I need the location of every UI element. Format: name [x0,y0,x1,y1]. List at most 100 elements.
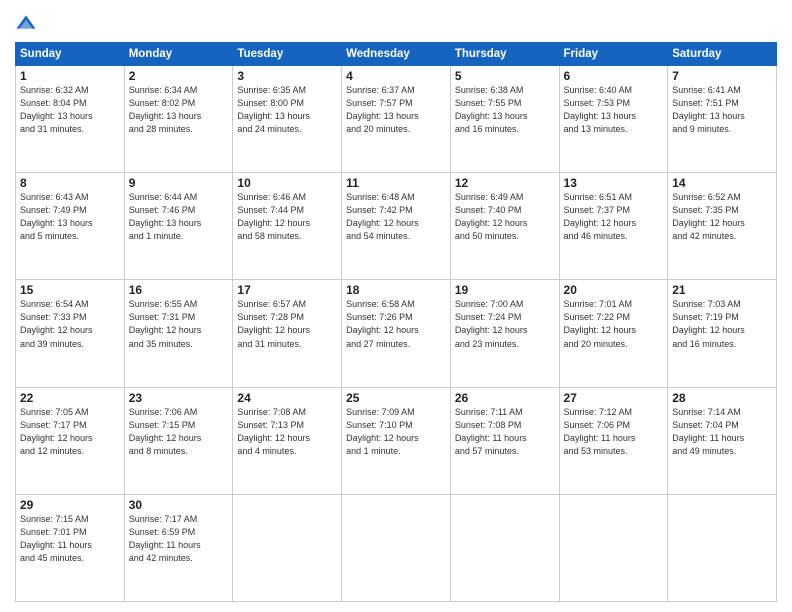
calendar-cell: 10Sunrise: 6:46 AM Sunset: 7:44 PM Dayli… [233,173,342,280]
calendar-cell: 24Sunrise: 7:08 AM Sunset: 7:13 PM Dayli… [233,387,342,494]
weekday-thursday: Thursday [450,43,559,66]
day-info: Sunrise: 7:09 AM Sunset: 7:10 PM Dayligh… [346,406,446,458]
day-number: 1 [20,69,120,83]
calendar-cell: 5Sunrise: 6:38 AM Sunset: 7:55 PM Daylig… [450,66,559,173]
weekday-saturday: Saturday [668,43,777,66]
day-number: 5 [455,69,555,83]
day-number: 14 [672,176,772,190]
day-info: Sunrise: 7:05 AM Sunset: 7:17 PM Dayligh… [20,406,120,458]
day-number: 18 [346,283,446,297]
calendar-cell: 30Sunrise: 7:17 AM Sunset: 6:59 PM Dayli… [124,494,233,601]
day-info: Sunrise: 6:55 AM Sunset: 7:31 PM Dayligh… [129,298,229,350]
day-number: 19 [455,283,555,297]
day-number: 10 [237,176,337,190]
day-number: 2 [129,69,229,83]
day-info: Sunrise: 7:14 AM Sunset: 7:04 PM Dayligh… [672,406,772,458]
day-number: 13 [564,176,664,190]
calendar-week-1: 1Sunrise: 6:32 AM Sunset: 8:04 PM Daylig… [16,66,777,173]
calendar-cell: 27Sunrise: 7:12 AM Sunset: 7:06 PM Dayli… [559,387,668,494]
calendar-cell: 9Sunrise: 6:44 AM Sunset: 7:46 PM Daylig… [124,173,233,280]
calendar-week-4: 22Sunrise: 7:05 AM Sunset: 7:17 PM Dayli… [16,387,777,494]
calendar-cell: 17Sunrise: 6:57 AM Sunset: 7:28 PM Dayli… [233,280,342,387]
calendar-cell: 1Sunrise: 6:32 AM Sunset: 8:04 PM Daylig… [16,66,125,173]
header [15,10,777,36]
day-info: Sunrise: 6:35 AM Sunset: 8:00 PM Dayligh… [237,84,337,136]
day-number: 7 [672,69,772,83]
day-info: Sunrise: 7:08 AM Sunset: 7:13 PM Dayligh… [237,406,337,458]
day-info: Sunrise: 7:12 AM Sunset: 7:06 PM Dayligh… [564,406,664,458]
day-number: 23 [129,391,229,405]
calendar-cell: 3Sunrise: 6:35 AM Sunset: 8:00 PM Daylig… [233,66,342,173]
day-info: Sunrise: 6:43 AM Sunset: 7:49 PM Dayligh… [20,191,120,243]
day-number: 27 [564,391,664,405]
day-info: Sunrise: 7:15 AM Sunset: 7:01 PM Dayligh… [20,513,120,565]
calendar-cell: 11Sunrise: 6:48 AM Sunset: 7:42 PM Dayli… [342,173,451,280]
day-number: 29 [20,498,120,512]
weekday-monday: Monday [124,43,233,66]
calendar-cell: 25Sunrise: 7:09 AM Sunset: 7:10 PM Dayli… [342,387,451,494]
day-number: 21 [672,283,772,297]
day-number: 6 [564,69,664,83]
day-info: Sunrise: 6:51 AM Sunset: 7:37 PM Dayligh… [564,191,664,243]
calendar-cell: 7Sunrise: 6:41 AM Sunset: 7:51 PM Daylig… [668,66,777,173]
day-info: Sunrise: 6:57 AM Sunset: 7:28 PM Dayligh… [237,298,337,350]
weekday-tuesday: Tuesday [233,43,342,66]
calendar-cell: 4Sunrise: 6:37 AM Sunset: 7:57 PM Daylig… [342,66,451,173]
calendar-cell [233,494,342,601]
day-number: 3 [237,69,337,83]
calendar-week-2: 8Sunrise: 6:43 AM Sunset: 7:49 PM Daylig… [16,173,777,280]
logo [15,14,39,36]
day-number: 15 [20,283,120,297]
day-number: 26 [455,391,555,405]
day-info: Sunrise: 6:40 AM Sunset: 7:53 PM Dayligh… [564,84,664,136]
day-info: Sunrise: 7:00 AM Sunset: 7:24 PM Dayligh… [455,298,555,350]
day-number: 12 [455,176,555,190]
calendar-cell: 14Sunrise: 6:52 AM Sunset: 7:35 PM Dayli… [668,173,777,280]
calendar-table: SundayMondayTuesdayWednesdayThursdayFrid… [15,42,777,602]
day-number: 11 [346,176,446,190]
day-info: Sunrise: 7:11 AM Sunset: 7:08 PM Dayligh… [455,406,555,458]
calendar-week-3: 15Sunrise: 6:54 AM Sunset: 7:33 PM Dayli… [16,280,777,387]
day-info: Sunrise: 7:01 AM Sunset: 7:22 PM Dayligh… [564,298,664,350]
day-info: Sunrise: 7:17 AM Sunset: 6:59 PM Dayligh… [129,513,229,565]
calendar-cell: 28Sunrise: 7:14 AM Sunset: 7:04 PM Dayli… [668,387,777,494]
day-info: Sunrise: 6:41 AM Sunset: 7:51 PM Dayligh… [672,84,772,136]
day-number: 17 [237,283,337,297]
day-number: 24 [237,391,337,405]
day-info: Sunrise: 6:58 AM Sunset: 7:26 PM Dayligh… [346,298,446,350]
calendar-cell: 19Sunrise: 7:00 AM Sunset: 7:24 PM Dayli… [450,280,559,387]
calendar-week-5: 29Sunrise: 7:15 AM Sunset: 7:01 PM Dayli… [16,494,777,601]
day-number: 9 [129,176,229,190]
calendar-cell [559,494,668,601]
calendar-cell [450,494,559,601]
calendar-cell: 21Sunrise: 7:03 AM Sunset: 7:19 PM Dayli… [668,280,777,387]
day-number: 16 [129,283,229,297]
day-number: 4 [346,69,446,83]
calendar-cell: 2Sunrise: 6:34 AM Sunset: 8:02 PM Daylig… [124,66,233,173]
day-info: Sunrise: 6:46 AM Sunset: 7:44 PM Dayligh… [237,191,337,243]
day-info: Sunrise: 6:38 AM Sunset: 7:55 PM Dayligh… [455,84,555,136]
day-info: Sunrise: 6:34 AM Sunset: 8:02 PM Dayligh… [129,84,229,136]
day-info: Sunrise: 6:49 AM Sunset: 7:40 PM Dayligh… [455,191,555,243]
day-info: Sunrise: 6:52 AM Sunset: 7:35 PM Dayligh… [672,191,772,243]
day-info: Sunrise: 6:54 AM Sunset: 7:33 PM Dayligh… [20,298,120,350]
calendar-cell: 18Sunrise: 6:58 AM Sunset: 7:26 PM Dayli… [342,280,451,387]
calendar-cell: 6Sunrise: 6:40 AM Sunset: 7:53 PM Daylig… [559,66,668,173]
day-info: Sunrise: 7:03 AM Sunset: 7:19 PM Dayligh… [672,298,772,350]
day-number: 8 [20,176,120,190]
day-info: Sunrise: 6:48 AM Sunset: 7:42 PM Dayligh… [346,191,446,243]
calendar-page: SundayMondayTuesdayWednesdayThursdayFrid… [0,0,792,612]
day-number: 30 [129,498,229,512]
calendar-cell: 22Sunrise: 7:05 AM Sunset: 7:17 PM Dayli… [16,387,125,494]
calendar-cell: 13Sunrise: 6:51 AM Sunset: 7:37 PM Dayli… [559,173,668,280]
day-info: Sunrise: 6:44 AM Sunset: 7:46 PM Dayligh… [129,191,229,243]
day-info: Sunrise: 6:37 AM Sunset: 7:57 PM Dayligh… [346,84,446,136]
day-info: Sunrise: 7:06 AM Sunset: 7:15 PM Dayligh… [129,406,229,458]
calendar-cell: 26Sunrise: 7:11 AM Sunset: 7:08 PM Dayli… [450,387,559,494]
weekday-friday: Friday [559,43,668,66]
calendar-cell: 23Sunrise: 7:06 AM Sunset: 7:15 PM Dayli… [124,387,233,494]
calendar-cell: 20Sunrise: 7:01 AM Sunset: 7:22 PM Dayli… [559,280,668,387]
calendar-cell: 29Sunrise: 7:15 AM Sunset: 7:01 PM Dayli… [16,494,125,601]
day-number: 20 [564,283,664,297]
weekday-header-row: SundayMondayTuesdayWednesdayThursdayFrid… [16,43,777,66]
